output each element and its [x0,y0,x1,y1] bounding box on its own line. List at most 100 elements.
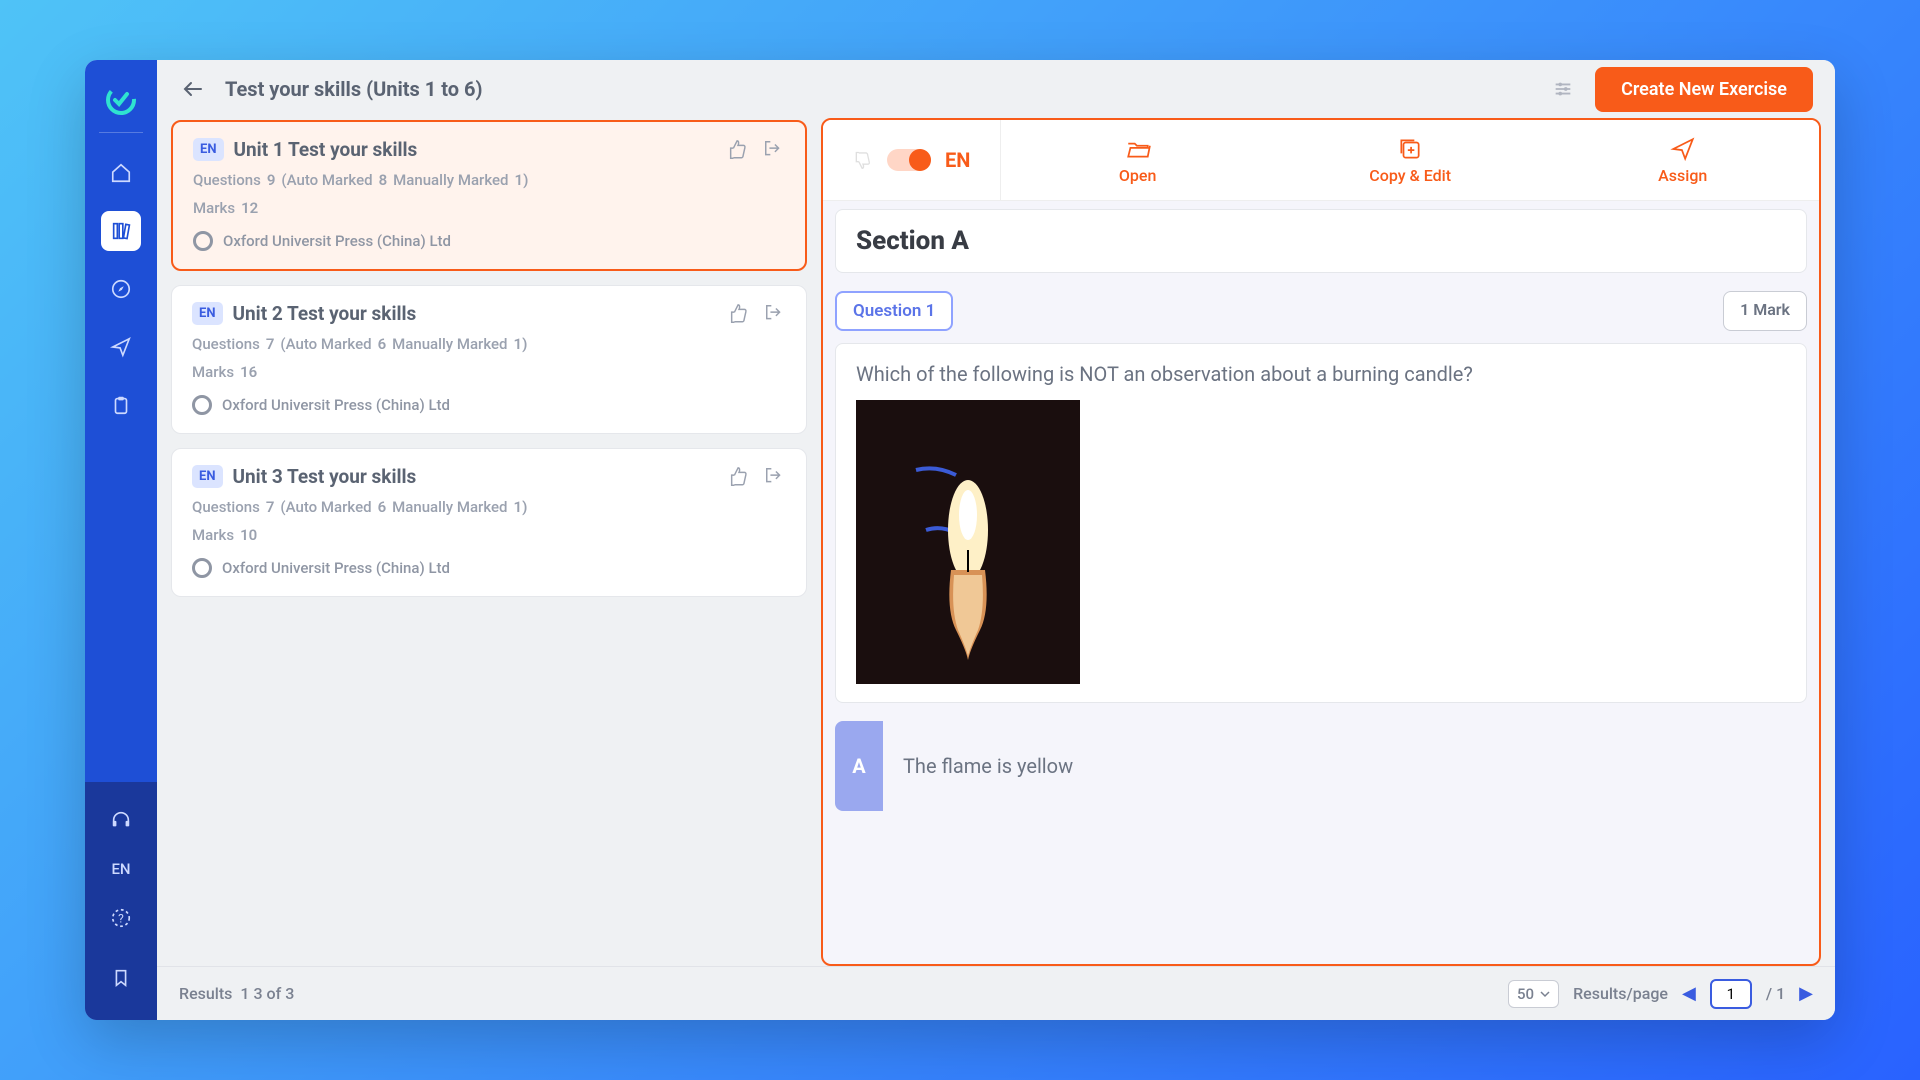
questions-label: Questions [193,171,261,189]
lang-toggle[interactable]: EN [823,120,1001,200]
main: Test your skills (Units 1 to 6) Create N… [157,60,1835,1020]
questions-label: Questions [192,335,260,353]
question-image [856,400,1080,684]
page-input[interactable] [1710,979,1752,1009]
page-size-select[interactable]: 50 [1508,980,1559,1008]
exercise-title: Unit 3 Test your skills [233,465,417,488]
next-page-button[interactable]: ▶ [1799,983,1813,1004]
share-button[interactable] [764,303,786,325]
prev-page-button[interactable]: ◀ [1682,983,1696,1004]
footer: Results 1 3 of 3 50 Results/page ◀ / 1 ▶ [157,966,1835,1020]
marks-label: Marks [193,199,235,217]
nav-library[interactable] [101,211,141,251]
topbar: Test your skills (Units 1 to 6) Create N… [157,60,1835,118]
preview-body: Section A Question 1 1 Mark Which of the… [823,201,1819,964]
nav-help[interactable]: ? [101,898,141,938]
copy-plus-icon [1397,136,1423,162]
answer-text: The flame is yellow [903,754,1073,778]
exercise-title: Unit 1 Test your skills [234,138,418,161]
arrow-left-icon [181,77,205,101]
copy-edit-button[interactable]: Copy & Edit [1274,120,1547,200]
clipboard-icon [110,394,132,416]
manual-value: 1) [515,171,529,189]
app-window: EN ? Test your skills (Units 1 to 6) Cre… [85,60,1835,1020]
thumbs-down-icon [853,150,873,170]
nav-items [101,153,141,425]
action-bar: EN Open Copy & Edit Assign [823,120,1819,201]
exercise-card[interactable]: EN Unit 2 Test your skills Questions 7 (… [171,285,807,434]
publisher-logo-icon [192,558,212,578]
like-button[interactable] [728,303,750,325]
sidebar: EN ? [85,60,157,1020]
sliders-icon [1552,78,1574,100]
exercise-title: Unit 2 Test your skills [233,302,417,325]
auto-value: 8 [379,171,388,189]
help-icon: ? [110,907,132,929]
mark-label: 1 Mark [1723,291,1807,331]
headset-icon [110,809,132,831]
lang-badge: EN [192,302,223,325]
results-label: Results [179,984,232,1003]
share-button[interactable] [763,139,785,161]
paper-plane-icon [110,336,132,358]
question-label[interactable]: Question 1 [835,291,953,331]
results-per-page-label: Results/page [1573,984,1668,1003]
results-range: 1 3 of 3 [240,984,294,1003]
filter-button[interactable] [1549,75,1577,103]
questions-value: 9 [267,171,276,189]
publisher-name: Oxford Universit Press (China) Ltd [223,232,451,250]
nav-home[interactable] [101,153,141,193]
sidebar-lang[interactable]: EN [111,860,130,878]
thumbs-up-icon [727,139,749,161]
nav-compass[interactable] [101,269,141,309]
exercise-list: EN Unit 1 Test your skills Questions 9 (… [171,118,807,966]
candle-image-icon [856,400,1080,684]
publisher-name: Oxford Universit Press (China) Ltd [222,396,450,414]
page-title: Test your skills (Units 1 to 6) [225,77,483,101]
sidebar-bottom: EN ? [85,782,157,1020]
lang-badge: EN [192,465,223,488]
svg-text:?: ? [118,912,124,926]
nav-bookmark[interactable] [101,958,141,998]
share-icon [764,303,786,325]
logo [99,72,143,133]
auto-label: (Auto Marked [281,171,372,189]
publisher-logo-icon [193,231,213,251]
compass-icon [110,278,132,300]
toggle-switch[interactable] [887,149,931,171]
lang-badge: EN [193,138,224,161]
publisher-logo-icon [192,395,212,415]
answer-option[interactable]: A The flame is yellow [835,721,1807,811]
chevron-down-icon [1540,989,1550,999]
folder-open-icon [1125,136,1151,162]
answer-badge: A [835,721,883,811]
manual-label: Manually Marked [393,171,508,189]
publisher-name: Oxford Universit Press (China) Ltd [222,559,450,577]
share-button[interactable] [764,466,786,488]
nav-send[interactable] [101,327,141,367]
books-icon [110,220,132,242]
share-icon [763,139,785,161]
create-exercise-button[interactable]: Create New Exercise [1595,67,1813,112]
share-icon [764,466,786,488]
nav-support[interactable] [101,800,141,840]
content: EN Unit 1 Test your skills Questions 9 (… [157,118,1835,966]
paper-plane-icon [1670,136,1696,162]
like-button[interactable] [728,466,750,488]
nav-clipboard[interactable] [101,385,141,425]
preview-panel: EN Open Copy & Edit Assign [821,118,1821,966]
home-icon [110,162,132,184]
exercise-card[interactable]: EN Unit 1 Test your skills Questions 9 (… [171,120,807,271]
thumbs-up-icon [728,303,750,325]
question-body: Which of the following is NOT an observa… [835,343,1807,703]
thumbs-up-icon [728,466,750,488]
section-title: Section A [835,209,1807,273]
back-button[interactable] [179,75,207,103]
like-button[interactable] [727,139,749,161]
marks-value: 12 [241,199,258,217]
exercise-card[interactable]: EN Unit 3 Test your skills Questions 7 (… [171,448,807,597]
question-text: Which of the following is NOT an observa… [856,362,1786,386]
assign-button[interactable]: Assign [1546,120,1819,200]
open-button[interactable]: Open [1001,120,1274,200]
bookmark-icon [110,967,132,989]
